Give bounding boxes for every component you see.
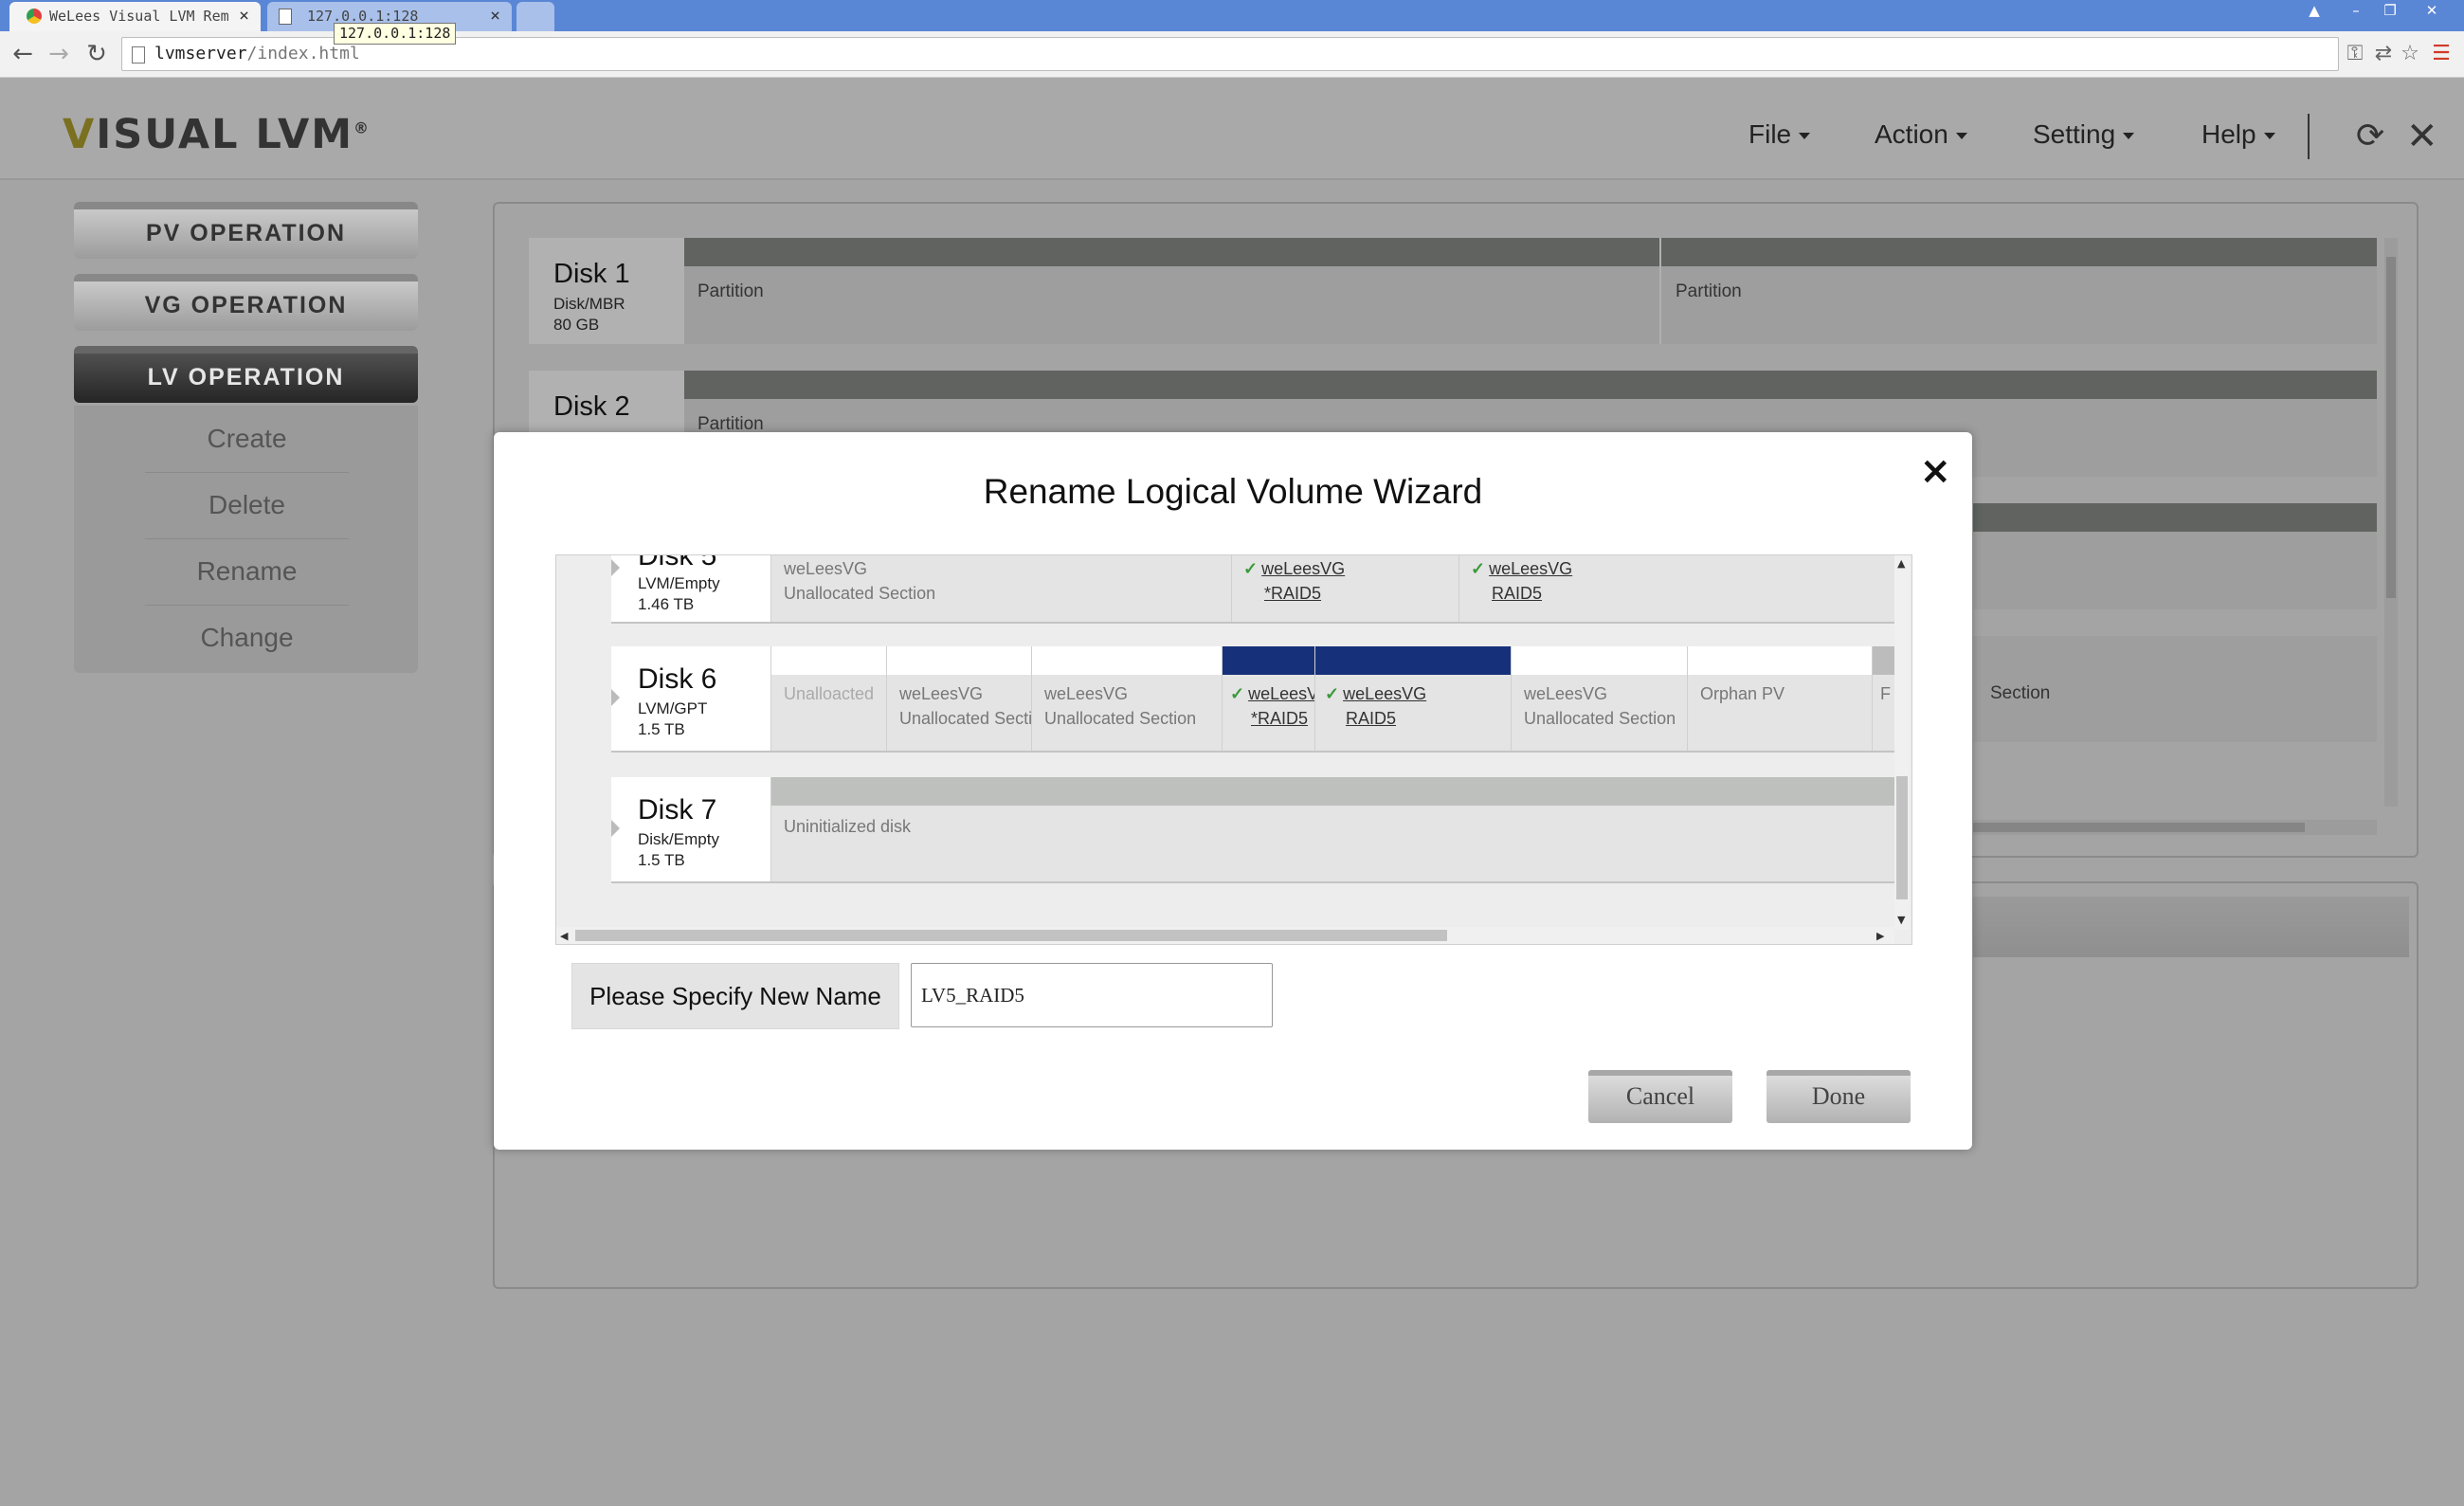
- submenu-change[interactable]: Change: [145, 605, 349, 671]
- segment-lv[interactable]: ✓ weLeesVG RAID5: [1458, 555, 1895, 622]
- wizard-disk-view: Disk 5 LVM/Empty 1.46 TB weLeesVG Unallo…: [555, 554, 1912, 945]
- lv-submenu: Create Delete Rename Change: [74, 406, 418, 673]
- check-icon: ✓: [1243, 559, 1259, 578]
- menu-file[interactable]: File: [1748, 119, 1810, 150]
- submenu-delete[interactable]: Delete: [145, 472, 349, 539]
- bg-disk-row: Disk 1 Disk/MBR 80 GB Partition Partitio…: [529, 238, 2377, 344]
- tab-tooltip: 127.0.0.1:128: [334, 23, 457, 45]
- menu-icon[interactable]: ☰: [2427, 39, 2455, 69]
- check-icon: ✓: [1230, 684, 1245, 703]
- browser-tab-active[interactable]: WeLees Visual LVM Remot ×: [9, 2, 261, 31]
- segment-unallocated[interactable]: Unalloacted: [770, 646, 887, 751]
- disk-label: Disk 6 LVM/GPT 1.5 TB: [611, 646, 770, 751]
- reload-icon[interactable]: ↻: [80, 37, 114, 71]
- done-button[interactable]: Done: [1766, 1070, 1911, 1123]
- bg-disk-header: [684, 238, 2377, 266]
- menu-setting[interactable]: Setting: [2033, 119, 2134, 150]
- disk-label: Disk 5 LVM/Empty 1.46 TB: [611, 555, 770, 622]
- disk-label: Disk 7 Disk/Empty 1.5 TB: [611, 777, 770, 881]
- header-divider: [2308, 114, 2310, 159]
- vg-operation-button[interactable]: VG OPERATION: [74, 274, 418, 331]
- bg-disk-header: [684, 371, 2377, 399]
- segment-unallocated[interactable]: weLeesVG Unallocated Section: [1511, 646, 1688, 751]
- segment-lv[interactable]: ✓ weLeesVG *RAID5: [1231, 555, 1459, 622]
- minimize-icon[interactable]: –: [2337, 0, 2375, 21]
- profile-icon[interactable]: ▲: [2295, 0, 2333, 21]
- back-icon[interactable]: ←: [6, 37, 40, 71]
- submenu-create[interactable]: Create: [145, 406, 349, 473]
- disk-row[interactable]: Disk 5 LVM/Empty 1.46 TB weLeesVG Unallo…: [611, 555, 1895, 624]
- check-icon: ✓: [1471, 559, 1486, 578]
- segment-orphan-pv[interactable]: Orphan PV: [1687, 646, 1873, 751]
- chrome-favicon-icon: [27, 9, 42, 24]
- new-tab-button[interactable]: [516, 2, 554, 31]
- translate-icon[interactable]: ⇄: [2369, 39, 2398, 69]
- new-name-label: Please Specify New Name: [571, 963, 899, 1029]
- new-name-input[interactable]: [911, 963, 1273, 1027]
- segment-unallocated[interactable]: weLeesVG Unallocated Section: [1031, 646, 1223, 751]
- url-text: lvmserver/index.html: [154, 44, 360, 64]
- lv-operation-button[interactable]: LV OPERATION: [74, 346, 418, 403]
- pv-operation-button[interactable]: PV OPERATION: [74, 202, 418, 259]
- disk-row[interactable]: Disk 7 Disk/Empty 1.5 TB Uninitialized d…: [611, 777, 1895, 883]
- submenu-rename[interactable]: Rename: [145, 538, 349, 606]
- page-icon: [132, 46, 145, 64]
- app-logo: VISUAL LVM®: [63, 111, 371, 158]
- star-icon[interactable]: ☆: [2396, 39, 2424, 69]
- tab-close-icon[interactable]: ×: [239, 6, 249, 26]
- restore-icon[interactable]: ❐: [2371, 0, 2409, 21]
- segment-unallocated[interactable]: weLeesVG Unallocated Section: [886, 646, 1032, 751]
- bg-hscrollbar[interactable]: [1973, 820, 2377, 835]
- tab-close-icon[interactable]: ×: [490, 6, 500, 26]
- vscroll-thumb[interactable]: [1896, 776, 1908, 899]
- menu-help[interactable]: Help: [2201, 119, 2275, 150]
- segment-partial[interactable]: F: [1872, 646, 1895, 751]
- check-icon: ✓: [1325, 684, 1340, 703]
- page-icon: [279, 9, 292, 25]
- key-icon[interactable]: ⚿: [2341, 39, 2369, 69]
- bg-disk-label: Disk 1 Disk/MBR 80 GB: [529, 238, 684, 344]
- segment-unallocated[interactable]: weLeesVG Unallocated Section: [770, 555, 1232, 622]
- disk-view-hscrollbar[interactable]: ◀ ▶: [556, 927, 1894, 944]
- tab-title: WeLees Visual LVM Remot: [49, 8, 229, 25]
- segment-lv-selected[interactable]: ✓ weLeesVG RAID5: [1314, 646, 1512, 751]
- forward-icon[interactable]: →: [42, 37, 76, 71]
- rename-lv-wizard: Rename Logical Volume Wizard × Disk 5 LV…: [494, 432, 1972, 1150]
- close-icon[interactable]: ✕: [2406, 115, 2438, 158]
- disk-view-vscrollbar[interactable]: ▲ ▼: [1894, 555, 1910, 930]
- window-close-icon[interactable]: ✕: [2413, 0, 2451, 21]
- close-icon[interactable]: ×: [1919, 449, 1951, 493]
- hscroll-thumb[interactable]: [575, 930, 1447, 941]
- wizard-title: Rename Logical Volume Wizard: [983, 472, 1483, 511]
- segment-lv-selected[interactable]: ✓weLeesVG *RAID5: [1222, 646, 1315, 751]
- menu-action[interactable]: Action: [1875, 119, 1967, 150]
- segment-uninitialized[interactable]: Uninitialized disk: [770, 777, 1895, 881]
- disk-row[interactable]: Disk 6 LVM/GPT 1.5 TB Unalloacted weLees…: [611, 646, 1895, 753]
- cancel-button[interactable]: Cancel: [1588, 1070, 1732, 1123]
- bg-section-fragment: Section: [1990, 683, 2051, 703]
- refresh-icon[interactable]: ⟳: [2356, 117, 2384, 155]
- bg-scrollbar[interactable]: [2384, 238, 2398, 807]
